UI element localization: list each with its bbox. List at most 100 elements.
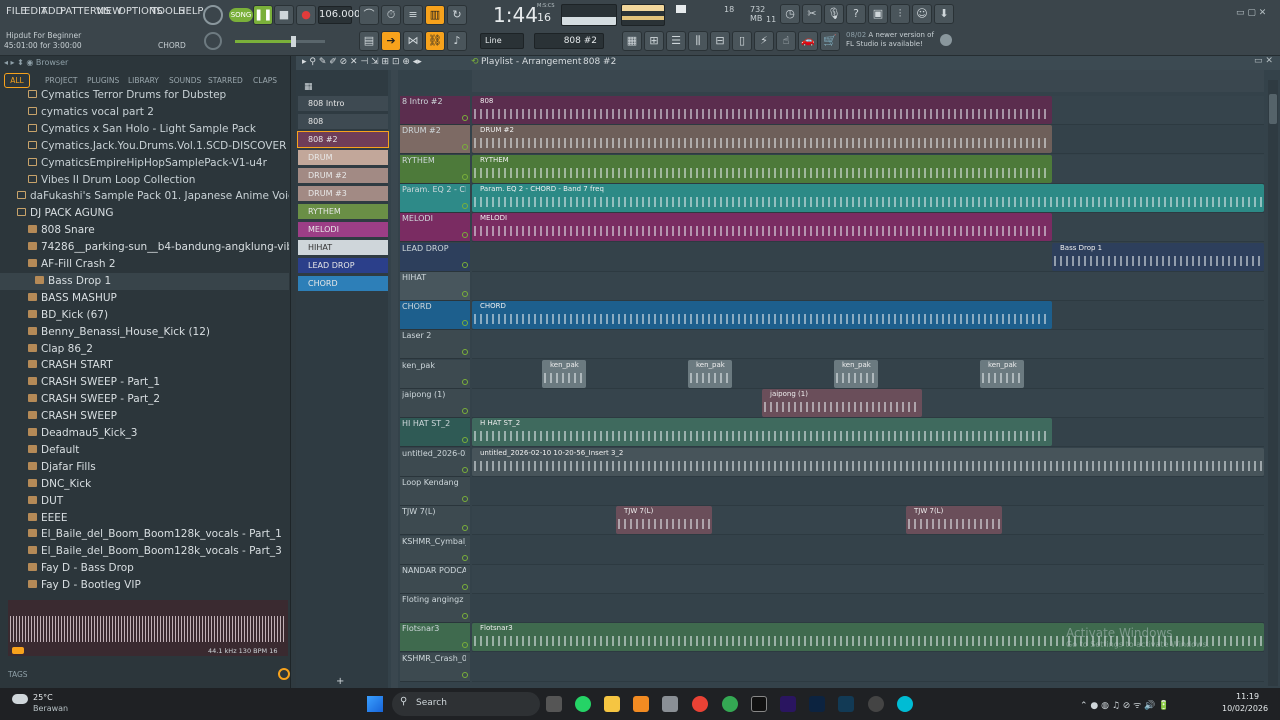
- browser-item[interactable]: Cymatics x San Holo - Light Sample Pack: [0, 121, 289, 138]
- preview-play-icon[interactable]: [12, 647, 24, 654]
- menu-help[interactable]: HELP: [178, 6, 203, 17]
- snap-icon[interactable]: ⛓: [425, 31, 445, 51]
- photoshop-icon[interactable]: [809, 696, 825, 712]
- track-header[interactable]: RYTHEM: [400, 154, 470, 184]
- playlist-clip[interactable]: Bass Drop 1: [1052, 242, 1264, 271]
- browser-tab-library[interactable]: LIBRARY: [128, 76, 159, 85]
- plug-icon[interactable]: ⚡: [754, 31, 774, 51]
- fl-studio-icon[interactable]: [633, 696, 649, 712]
- app-2-icon[interactable]: [868, 696, 884, 712]
- playlist-clip[interactable]: TJW 7(L): [906, 506, 1002, 535]
- car-icon[interactable]: 🚗: [798, 31, 818, 51]
- track-mute-icon[interactable]: [462, 671, 468, 678]
- track-lane[interactable]: DRUM #2: [472, 125, 1264, 155]
- help-icon[interactable]: ?: [846, 4, 866, 24]
- playlist-clip[interactable]: untitled_2026-02-10 10-20-56_Insert 3_2: [472, 447, 1264, 476]
- arrow-right-icon[interactable]: ➔: [381, 31, 401, 51]
- playlist-clip[interactable]: ken_pak: [834, 359, 878, 388]
- track-header[interactable]: Floting angingz: [400, 594, 470, 624]
- render-icon[interactable]: ⬇: [934, 4, 954, 24]
- undo-history-icon[interactable]: ◷: [780, 4, 800, 24]
- browser-item[interactable]: Cymatics Terror Drums for Dubstep: [0, 87, 289, 104]
- mic-icon[interactable]: 🎙: [824, 4, 844, 24]
- browser-item[interactable]: CRASH START: [0, 357, 289, 374]
- track-lane[interactable]: untitled_2026-02-10 10-20-56_Insert 3_2: [472, 447, 1264, 477]
- browser-item[interactable]: 74286__parking-sun__b4-bandung-angklung-…: [0, 239, 289, 256]
- playlist-play-icon[interactable]: ⟲: [471, 57, 479, 67]
- browser-item[interactable]: Bass Drop 1: [0, 272, 289, 290]
- browser-tab-claps[interactable]: CLAPS: [253, 76, 277, 85]
- timeline-ruler[interactable]: [472, 70, 1264, 92]
- magnet-icon[interactable]: ⋈: [403, 31, 423, 51]
- touch-icon[interactable]: ☝: [776, 31, 796, 51]
- tempo-display[interactable]: 106.000: [318, 6, 360, 24]
- task-view-icon[interactable]: [546, 696, 562, 712]
- track-lane[interactable]: [472, 535, 1264, 565]
- track-lane[interactable]: MELODI: [472, 213, 1264, 243]
- track-header[interactable]: Param. EQ 2 - CHO: [400, 183, 470, 213]
- track-header[interactable]: HIHAT: [400, 271, 470, 301]
- browser-item[interactable]: El_Baile_del_Boom_Boom128k_vocals - Part…: [0, 543, 289, 560]
- pattern-song-toggle[interactable]: SONG: [229, 8, 253, 22]
- taskbar-search[interactable]: ⚲ Search: [392, 692, 540, 716]
- track-mute-icon[interactable]: [462, 349, 468, 356]
- track-mute-icon[interactable]: [462, 173, 468, 180]
- playlist-icon[interactable]: ▦: [622, 31, 642, 51]
- track-lane[interactable]: 808: [472, 96, 1264, 125]
- track-lane[interactable]: CHORD: [472, 301, 1264, 331]
- track-lane[interactable]: ken_pak ken_pak ken_pak ken_pak: [472, 359, 1264, 389]
- playlist-clip[interactable]: ken_pak: [542, 359, 586, 388]
- playlist-tools[interactable]: ▸ ⚲ ✎ ✐ ⊘ ✕ ⊣ ⇲ ⊞ ⊡ ⊕ ◂▸: [302, 57, 422, 67]
- track-header[interactable]: MELODI: [400, 213, 470, 243]
- browser-item[interactable]: Deadmau5_Kick_3: [0, 425, 289, 442]
- track-mute-icon[interactable]: [462, 202, 468, 209]
- track-mute-icon[interactable]: [462, 115, 468, 121]
- wait-input-icon[interactable]: ⏱: [381, 5, 401, 25]
- stop-button[interactable]: ■: [274, 5, 294, 25]
- record-button[interactable]: ●: [296, 5, 316, 25]
- track-mute-icon[interactable]: [462, 378, 468, 385]
- browser-item[interactable]: Vibes II Drum Loop Collection: [0, 172, 289, 189]
- piano-roll-icon[interactable]: ⊞: [644, 31, 664, 51]
- track-mute-icon[interactable]: [462, 144, 468, 151]
- track-lane[interactable]: H HAT ST_2: [472, 418, 1264, 448]
- pitch-knob[interactable]: [204, 32, 222, 50]
- track-mute-icon[interactable]: [462, 437, 468, 444]
- playlist-clip[interactable]: Param. EQ 2 - CHORD - Band 7 freq: [472, 183, 1264, 212]
- playlist-clip[interactable]: H HAT ST_2: [472, 418, 1052, 447]
- browser-item[interactable]: Default: [0, 442, 289, 459]
- browser-item[interactable]: daFukashi's Sample Pack 01. Japanese Ani…: [0, 188, 289, 205]
- snap-select[interactable]: Line: [480, 33, 524, 49]
- track-header[interactable]: Loop Kendang: [400, 476, 470, 506]
- track-header[interactable]: Flotsnar3: [400, 623, 470, 653]
- browser-item[interactable]: AF-Fill Crash 2: [0, 256, 289, 273]
- track-header[interactable]: KSHMR_Crash_07: [400, 652, 470, 682]
- browser-item[interactable]: DJ PACK AGUNG: [0, 205, 289, 222]
- browser-tab-sounds[interactable]: SOUNDS: [169, 76, 201, 85]
- browser-item[interactable]: DNC_Kick: [0, 476, 289, 493]
- playlist-view-icon[interactable]: ▤: [359, 31, 379, 51]
- browser-item[interactable]: CRASH SWEEP: [0, 408, 289, 425]
- metronome-icon[interactable]: ⌒: [359, 5, 379, 25]
- browser-list[interactable]: Cymatics Terror Drums for Dubstep cymatic…: [0, 86, 289, 598]
- browser-view-icon[interactable]: ▯: [732, 31, 752, 51]
- playlist-clip[interactable]: 808: [472, 96, 1052, 124]
- track-lane[interactable]: [472, 330, 1264, 360]
- track-lane[interactable]: [472, 652, 1264, 682]
- shop-icon[interactable]: 🛒: [820, 31, 840, 51]
- track-mute-icon[interactable]: [462, 525, 468, 532]
- track-header[interactable]: ken_pak: [400, 359, 470, 389]
- chat-icon[interactable]: ☺: [912, 4, 932, 24]
- browser-item[interactable]: Benny_Benassi_House_Kick (12): [0, 324, 289, 341]
- playlist-clip[interactable]: ken_pak: [688, 359, 732, 388]
- browser-item[interactable]: BD_Kick (67): [0, 307, 289, 324]
- track-header[interactable]: KSHMR_Cymbal_Tr: [400, 535, 470, 565]
- track-header[interactable]: LEAD DROP: [400, 242, 470, 272]
- browser-item[interactable]: Fay D - Bass Drop: [0, 560, 289, 577]
- browser-tab-starred[interactable]: STARRED: [208, 76, 243, 85]
- track-header[interactable]: Laser 2: [400, 330, 470, 360]
- search-icon[interactable]: [278, 668, 290, 680]
- tags-bar[interactable]: TAGS: [8, 668, 290, 684]
- step-edit-icon[interactable]: ▥: [425, 5, 445, 25]
- track-header[interactable]: TJW 7(L): [400, 506, 470, 536]
